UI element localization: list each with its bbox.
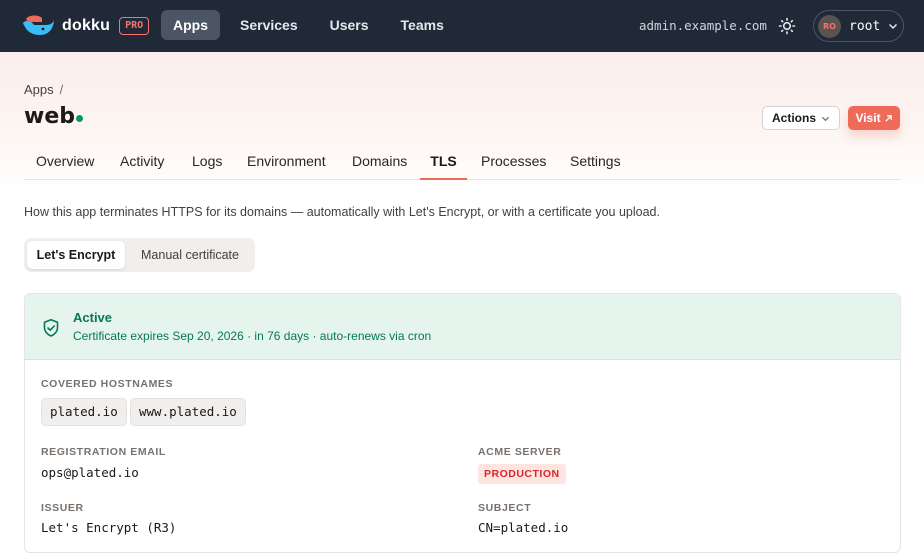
subject-label: SUBJECT bbox=[478, 502, 532, 514]
nav-item-apps[interactable]: Apps bbox=[161, 10, 220, 40]
avatar: RO bbox=[818, 14, 841, 38]
tab-domains[interactable]: Domains bbox=[352, 145, 407, 180]
actions-button[interactable]: Actions bbox=[762, 106, 840, 130]
issuer-label: ISSUER bbox=[41, 502, 84, 514]
brand-name: dokku bbox=[62, 17, 111, 34]
option-manual-certificate[interactable]: Manual certificate bbox=[128, 241, 252, 269]
certificate-status-banner: Active Certificate expires Sep 20, 2026 … bbox=[25, 294, 900, 360]
nav-item-teams[interactable]: Teams bbox=[389, 10, 456, 40]
visit-button[interactable]: Visit bbox=[848, 106, 900, 130]
subject-value: CN=plated.io bbox=[478, 520, 569, 535]
user-menu-button[interactable]: RO root bbox=[813, 10, 904, 42]
hostname-chip: www.plated.io bbox=[130, 398, 246, 426]
sun-icon[interactable] bbox=[778, 17, 796, 35]
acme-server-label: ACME SERVER bbox=[478, 446, 562, 458]
hostnames-label: COVERED HOSTNAMES bbox=[41, 378, 174, 390]
brand-logo[interactable]: dokku PRO bbox=[20, 13, 150, 39]
breadcrumb-separator: / bbox=[59, 82, 64, 97]
email-label: REGISTRATION EMAIL bbox=[41, 446, 166, 458]
user-name: root bbox=[849, 18, 881, 34]
host-name: admin.example.com bbox=[639, 18, 767, 33]
tab-environment[interactable]: Environment bbox=[247, 145, 326, 180]
tab-activity[interactable]: Activity bbox=[120, 145, 164, 180]
breadcrumb-apps-link[interactable]: Apps bbox=[24, 82, 54, 97]
hostname-chip: plated.io bbox=[41, 398, 127, 426]
tls-description: How this app terminates HTTPS for its do… bbox=[24, 205, 660, 219]
option-lets-encrypt[interactable]: Let's Encrypt bbox=[27, 241, 125, 269]
nav-item-services[interactable]: Services bbox=[228, 10, 310, 40]
certificate-status: Active bbox=[73, 310, 113, 325]
tab-overview[interactable]: Overview bbox=[36, 145, 94, 180]
chevron-down-icon bbox=[889, 23, 898, 30]
issuer-value: Let's Encrypt (R3) bbox=[41, 520, 177, 535]
app-tabs: Overview Activity Logs Environment Domai… bbox=[24, 145, 901, 180]
shield-check-icon bbox=[43, 319, 59, 337]
tls-mode-toggle: Let's Encrypt Manual certificate bbox=[24, 238, 255, 272]
status-dot bbox=[76, 115, 83, 122]
pro-badge: PRO bbox=[119, 17, 150, 35]
certificate-card: Active Certificate expires Sep 20, 2026 … bbox=[24, 293, 901, 553]
nav-item-users[interactable]: Users bbox=[318, 10, 381, 40]
tab-tls[interactable]: TLS bbox=[420, 145, 467, 180]
page-title: web bbox=[24, 104, 75, 129]
actions-label: Actions bbox=[771, 111, 816, 125]
whale-logo-icon bbox=[23, 15, 54, 35]
tab-settings[interactable]: Settings bbox=[570, 145, 621, 180]
tab-logs[interactable]: Logs bbox=[192, 145, 222, 180]
top-navigation-bar: dokku PRO Apps Services Users Teams admi… bbox=[0, 0, 924, 52]
email-value: ops@plated.io bbox=[41, 465, 139, 480]
acme-server-badge: PRODUCTION bbox=[478, 464, 566, 484]
certificate-expiry: Certificate expires Sep 20, 2026 · in 76… bbox=[73, 329, 432, 343]
tab-processes[interactable]: Processes bbox=[481, 145, 546, 180]
chevron-down-icon bbox=[821, 116, 830, 121]
main-nav: Apps Services Users Teams bbox=[161, 10, 456, 40]
external-link-icon bbox=[884, 114, 892, 122]
breadcrumb: Apps / bbox=[24, 82, 63, 97]
visit-label: Visit bbox=[855, 111, 881, 125]
